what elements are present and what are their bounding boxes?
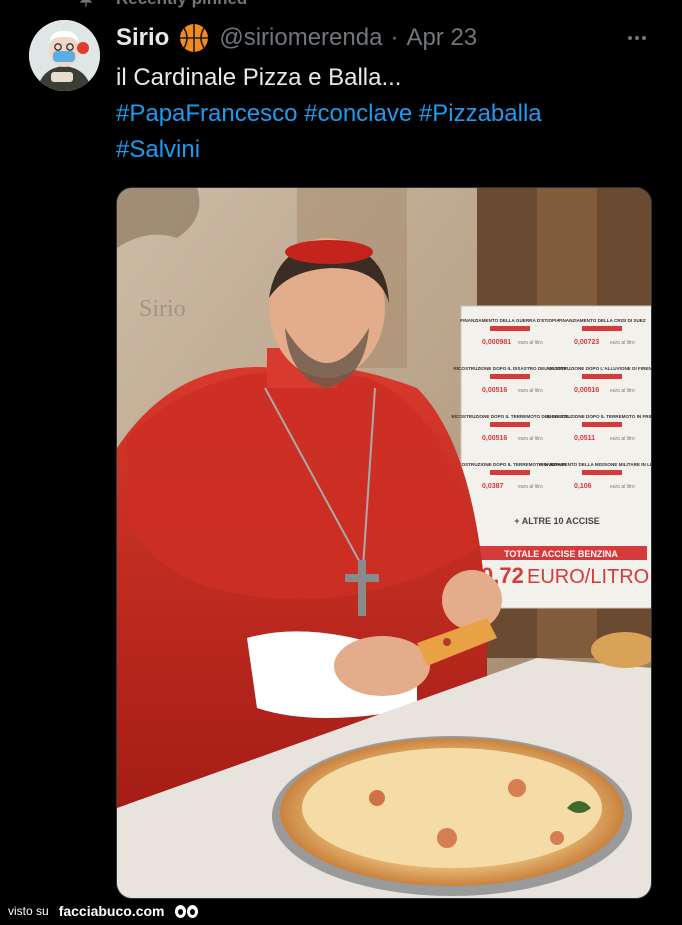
hashtag-link[interactable]: #conclave	[304, 100, 412, 127]
pinned-label: Recently pinned	[116, 0, 247, 9]
board-item-label: FINANZIAMENTO DELLA GUERRA D'ETIOPIA	[460, 318, 560, 323]
board-total-unit: EURO/LITRO	[527, 566, 649, 588]
board-item-value: 0,00516	[574, 387, 599, 394]
tweet-body: il Cardinale Pizza e Balla...	[116, 64, 402, 91]
board-item-value: 0,00516	[482, 435, 507, 442]
board-item-unit: euro al litro	[610, 484, 635, 490]
board-item-label: RICOSTRUZIONE DOPO IL TERREMOTO IN FRIUL…	[547, 414, 652, 419]
board-item-bar	[582, 326, 622, 331]
board-item-value: 0,00516	[482, 387, 507, 394]
board-item-unit: euro al litro	[518, 340, 543, 346]
avatar-image	[29, 20, 100, 91]
pinned-indicator: Recently pinned	[78, 0, 247, 10]
board-item-bar	[490, 422, 530, 427]
board-item-unit: euro al litro	[518, 388, 543, 394]
board-item-label: FINANZIAMENTO DELLA CRISI DI SUEZ	[558, 318, 645, 323]
board-item-value: 0,000981	[482, 339, 511, 346]
eyes-logo-icon	[174, 904, 198, 918]
board-item-unit: euro al litro	[610, 436, 635, 442]
basketball-icon	[178, 22, 210, 54]
board-more-text: + ALTRE 10 ACCISE	[514, 516, 599, 526]
board-item-bar	[490, 374, 530, 379]
separator-dot: ·	[390, 24, 399, 51]
author-handle[interactable]: @siriomerenda	[219, 24, 382, 52]
image-watermark: Sirio	[139, 296, 186, 322]
board-item-value: 0,0387	[482, 483, 504, 490]
footer-brand[interactable]: facciabuco.com	[59, 903, 165, 919]
footer-prefix: visto su	[8, 904, 49, 918]
board-item-bar	[582, 470, 622, 475]
photo-cardinal-pizza: Sirio FINANZIAMENTO DELLA GUERRA D'ETIOP…	[117, 188, 652, 898]
board-item-unit: euro al litro	[610, 388, 635, 394]
tweet-date[interactable]: Apr 23	[406, 24, 477, 52]
board-item-value: 0,106	[574, 483, 592, 490]
hashtag-link[interactable]: #Pizzaballa	[419, 100, 542, 127]
board-item-bar	[582, 422, 622, 427]
board-item-unit: euro al litro	[518, 484, 543, 490]
tweet-image[interactable]: Sirio FINANZIAMENTO DELLA GUERRA D'ETIOP…	[116, 187, 652, 899]
board-item-label: RICOSTRUZIONE DOPO L'ALLUVIONE DI FIRENZ…	[546, 366, 652, 371]
board-item-label: FINANZIAMENTO DELLA MISSIONE MILITARE IN…	[539, 462, 652, 467]
pin-icon	[78, 0, 94, 7]
hashtag-line-1: #PapaFrancesco #conclave #Pizzaballa	[116, 96, 656, 132]
board-item-value: 0,00723	[574, 339, 599, 346]
tweet-text: il Cardinale Pizza e Balla... #PapaFranc…	[116, 60, 656, 168]
watermark-footer: visto su facciabuco.com	[8, 900, 198, 922]
hashtag-line-2: #Salvini	[116, 132, 656, 168]
more-options-icon[interactable]	[622, 26, 652, 50]
board-item-bar	[490, 470, 530, 475]
board-total-label: TOTALE ACCISE BENZINA	[504, 549, 618, 559]
board-item-bar	[582, 374, 622, 379]
author-name[interactable]: Sirio	[116, 24, 169, 52]
tweet-header: Sirio @siriomerenda · Apr 23	[116, 22, 477, 54]
board-item-unit: euro al litro	[518, 436, 543, 442]
avatar[interactable]	[29, 20, 100, 91]
hashtag-link[interactable]: #Salvini	[116, 136, 200, 163]
board-item-bar	[490, 326, 530, 331]
board-item-unit: euro al litro	[610, 340, 635, 346]
board-item-value: 0,0511	[574, 435, 595, 442]
hashtag-link[interactable]: #PapaFrancesco	[116, 100, 297, 127]
